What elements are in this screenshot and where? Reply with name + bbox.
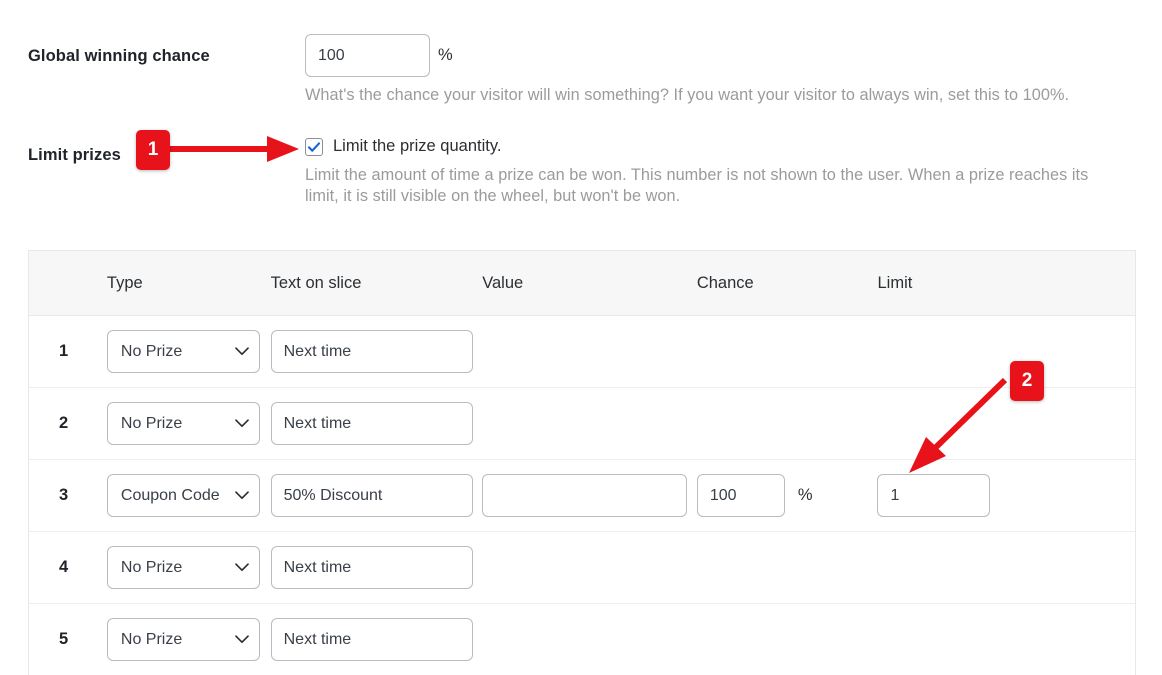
limit-prize-quantity-checkbox[interactable] [305, 137, 323, 156]
column-header-text-on-slice: Text on slice [270, 273, 362, 292]
row-3-limit-input[interactable] [877, 474, 991, 517]
prize-table-header-row: Type Text on slice Value Chance Limit [29, 251, 1135, 316]
table-row: 2 No Prize [29, 388, 1135, 460]
row-4-text-on-slice-input[interactable] [270, 546, 473, 589]
row-3-text-on-slice-input[interactable] [270, 474, 473, 517]
check-icon [307, 141, 321, 152]
column-header-value: Value [482, 273, 524, 292]
column-header-chance: Chance [696, 273, 754, 292]
row-4-type-select[interactable]: No Prize [106, 546, 260, 589]
row-index: 2 [59, 414, 69, 432]
chevron-down-icon [235, 635, 249, 644]
column-header-limit: Limit [877, 273, 913, 292]
row-5-type-select[interactable]: No Prize [106, 618, 260, 661]
global-winning-chance-help-text: What's the chance your visitor will win … [305, 86, 1070, 104]
table-row: 5 No Prize [29, 604, 1135, 675]
chevron-down-icon [235, 563, 249, 572]
row-4-type-value: No Prize [120, 558, 183, 576]
row-5-type-value: No Prize [120, 630, 183, 648]
global-chance-percent-symbol: % [438, 46, 453, 64]
annotation-badge-2: 2 [1010, 361, 1044, 401]
row-2-type-select[interactable]: No Prize [106, 402, 260, 445]
table-row: 3 Coupon Code % [29, 460, 1135, 532]
row-3-type-value: Coupon Code [120, 486, 220, 504]
chevron-down-icon [235, 347, 249, 356]
table-row: 4 No Prize [29, 532, 1135, 604]
global-winning-chance-label: Global winning chance [28, 47, 210, 65]
row-3-chance-percent-symbol: % [797, 486, 813, 504]
row-1-text-on-slice-input[interactable] [270, 330, 473, 373]
row-3-value-input[interactable] [482, 474, 688, 517]
global-winning-chance-input[interactable] [305, 34, 430, 77]
limit-prize-quantity-checkbox-row[interactable]: Limit the prize quantity. [305, 137, 501, 156]
limit-prizes-help-text: Limit the amount of time a prize can be … [305, 166, 1089, 205]
row-2-text-on-slice-input[interactable] [270, 402, 473, 445]
prize-table: Type Text on slice Value Chance Limit 1 … [28, 250, 1136, 675]
row-index: 3 [59, 486, 69, 504]
row-1-type-value: No Prize [120, 342, 183, 360]
chevron-down-icon [235, 419, 249, 428]
row-3-type-select[interactable]: Coupon Code [106, 474, 260, 517]
row-index: 4 [59, 558, 69, 576]
row-index: 5 [59, 630, 69, 648]
limit-prizes-label: Limit prizes [28, 146, 121, 164]
table-row: 1 No Prize [29, 316, 1135, 388]
row-2-type-value: No Prize [120, 414, 183, 432]
annotation-badge-1: 1 [136, 130, 170, 170]
column-header-type: Type [106, 273, 143, 292]
row-3-chance-input[interactable] [696, 474, 785, 517]
limit-prize-quantity-checkbox-label: Limit the prize quantity. [333, 137, 502, 155]
chevron-down-icon [235, 491, 249, 500]
row-index: 1 [59, 342, 69, 360]
row-1-type-select[interactable]: No Prize [106, 330, 260, 373]
annotation-arrow-1 [168, 136, 299, 162]
row-5-text-on-slice-input[interactable] [270, 618, 473, 661]
